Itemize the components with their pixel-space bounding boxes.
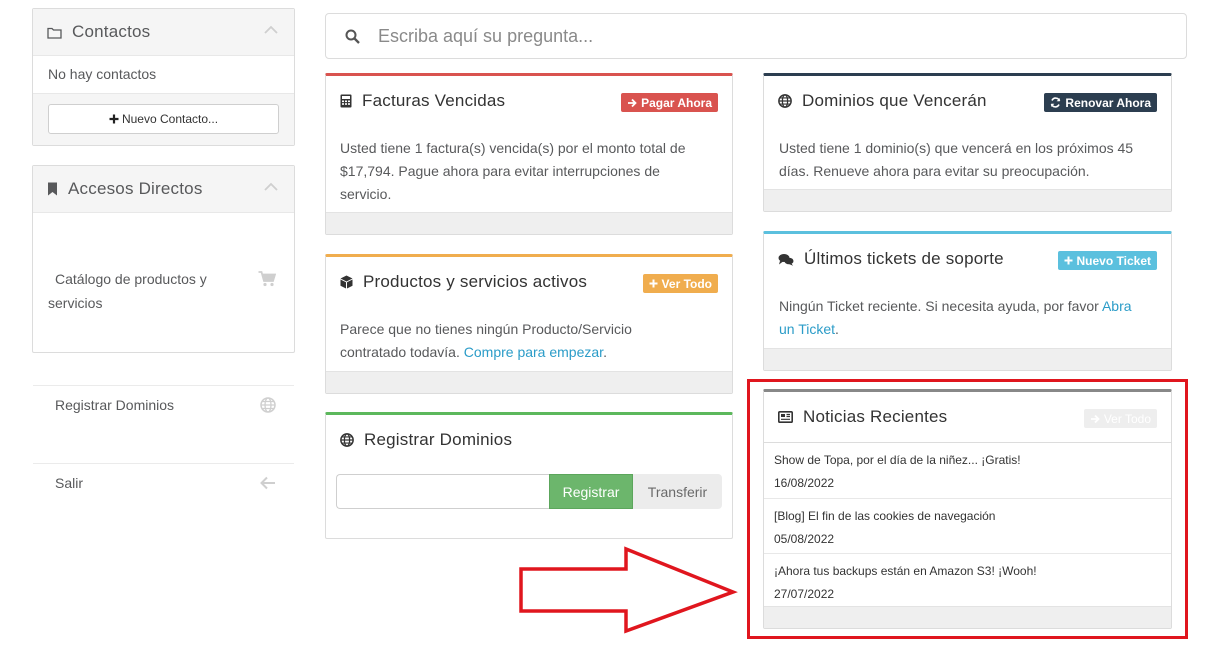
register-domains-header: Registrar Dominios (326, 415, 732, 465)
invoices-panel-footer (326, 212, 732, 234)
shortcut-item-label: Salir (55, 475, 84, 491)
products-panel: Productos y servicios activos Ver Todo P… (325, 254, 733, 394)
products-body-line: Parece que no tienes ningún Producto/Ser… (340, 321, 632, 337)
search-icon (345, 29, 360, 44)
shortcut-item-catalog[interactable]: Catálogo de productos y servicios (33, 259, 294, 322)
tickets-panel-footer (764, 348, 1171, 370)
globe-icon (260, 397, 276, 413)
products-panel-title: Productos y servicios activos (363, 272, 588, 291)
products-panel-footer (326, 371, 732, 393)
arrow-left-icon (260, 476, 275, 490)
globe-icon (340, 433, 354, 447)
invoices-body-line: servicio. (340, 186, 392, 202)
register-domains-panel: Registrar Dominios Registrar Transferir (325, 412, 733, 539)
cart-icon (258, 271, 276, 287)
tickets-panel: Últimos tickets de soporte Nuevo Ticket … (763, 231, 1172, 371)
invoices-body-line: $17,794. Pague ahora para evitar interru… (340, 163, 660, 179)
new-contact-button[interactable]: Nuevo Contacto... (48, 104, 279, 134)
domains-expiring-footer (764, 189, 1171, 211)
invoices-panel-title: Facturas Vencidas (362, 91, 506, 110)
products-body-line: contratado todavía. Compre para empezar. (340, 341, 718, 364)
new-ticket-label: Nuevo Ticket (1076, 253, 1151, 268)
calculator-icon (340, 94, 352, 108)
view-all-products-badge[interactable]: Ver Todo (642, 274, 718, 293)
contacts-panel: Contactos No hay contactos Nuevo Contact… (32, 8, 295, 146)
invoices-panel-body: Usted tiene 1 factura(s) vencida(s) por … (340, 137, 718, 206)
shortcuts-panel-header[interactable]: Accesos Directos (33, 166, 294, 213)
shortcut-item-label: Catálogo de productos y (55, 271, 207, 287)
buy-to-start-link[interactable]: Compre para empezar (464, 344, 603, 360)
plus-icon (109, 114, 119, 124)
renew-now-badge[interactable]: Renovar Ahora (1044, 93, 1157, 112)
tickets-body-text: Ningún Ticket reciente. Si necesita ayud… (779, 298, 1102, 314)
products-panel-body: Parece que no tienes ningún Producto/Ser… (340, 318, 718, 364)
contacts-panel-title: Contactos (72, 22, 151, 41)
products-body-text: contratado todavía. (340, 344, 464, 360)
plus-icon (649, 279, 658, 288)
comments-icon (778, 253, 794, 266)
invoices-panel: Facturas Vencidas Pagar Ahora Usted tien… (325, 73, 733, 235)
cube-icon (340, 275, 353, 289)
annotation-arrow-icon (519, 546, 738, 634)
register-domains-title: Registrar Dominios (364, 430, 513, 449)
contacts-empty-text: No hay contactos (48, 66, 157, 82)
register-domain-button[interactable]: Registrar (549, 474, 633, 509)
chevron-up-icon[interactable] (264, 182, 278, 191)
pay-now-label: Pagar Ahora (641, 95, 712, 110)
new-ticket-badge[interactable]: Nuevo Ticket (1057, 251, 1157, 270)
chevron-up-icon[interactable] (264, 25, 278, 34)
tickets-body-line: un Ticket. (779, 318, 1157, 341)
tickets-body-line: Ningún Ticket reciente. Si necesita ayud… (779, 295, 1157, 318)
products-body-end: . (603, 344, 607, 360)
refresh-icon (1051, 97, 1061, 108)
globe-icon (778, 94, 792, 108)
arrow-right-icon (628, 98, 637, 107)
domain-input[interactable] (336, 474, 550, 509)
open-ticket-link[interactable]: Abra (1102, 298, 1132, 314)
plus-icon (1064, 256, 1073, 265)
search-box (325, 13, 1187, 59)
contacts-panel-header[interactable]: Contactos (33, 9, 294, 56)
open-ticket-link[interactable]: un Ticket (779, 321, 835, 337)
pay-now-badge[interactable]: Pagar Ahora (621, 93, 718, 112)
shortcut-item-logout[interactable]: Salir (33, 463, 294, 501)
bookmark-icon (48, 182, 57, 196)
shortcut-item-register-domains[interactable]: Registrar Dominios (33, 385, 294, 424)
shortcuts-panel-title: Accesos Directos (68, 179, 203, 198)
domains-expiring-panel: Dominios que Vencerán Renovar Ahora Uste… (763, 73, 1172, 212)
search-input[interactable] (376, 24, 1160, 48)
renew-now-label: Renovar Ahora (1065, 95, 1151, 110)
shortcuts-panel: Accesos Directos Catálogo de productos y… (32, 165, 295, 491)
domains-expiring-title: Dominios que Vencerán (802, 91, 987, 110)
domains-body-line: días. Renueve ahora para evitar su preoc… (779, 163, 1090, 179)
transfer-domain-button[interactable]: Transferir (633, 474, 722, 509)
domains-expiring-body: Usted tiene 1 dominio(s) que vencerá en … (779, 137, 1157, 183)
highlight-box (747, 379, 1188, 639)
tickets-panel-title: Últimos tickets de soporte (804, 249, 1004, 268)
shortcut-item-label: Registrar Dominios (55, 397, 175, 413)
tickets-panel-body: Ningún Ticket reciente. Si necesita ayud… (779, 295, 1157, 341)
new-contact-label: Nuevo Contacto... (121, 112, 219, 126)
shortcut-item-label: servicios (48, 295, 103, 311)
view-all-label: Ver Todo (661, 276, 712, 291)
domains-body-line: Usted tiene 1 dominio(s) que vencerá en … (779, 140, 1134, 156)
folder-icon (47, 27, 62, 39)
tickets-body-end: . (835, 321, 839, 337)
invoices-body-line: Usted tiene 1 factura(s) vencida(s) por … (340, 140, 686, 156)
